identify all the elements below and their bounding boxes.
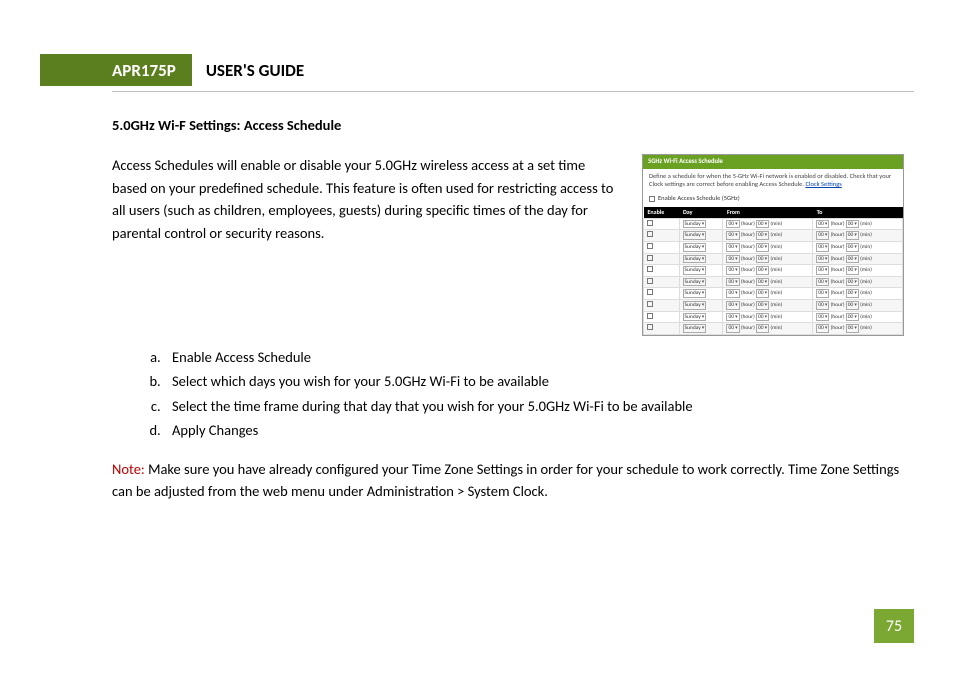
product-model: APR175P xyxy=(40,54,192,86)
schedule-row: Sunday00 (hour) 00 (min)00 (hour) 00 (mi… xyxy=(644,311,903,323)
to-min-select[interactable]: 00 xyxy=(846,324,859,333)
enable-schedule-label: Enable Access Schedule (5GHz) xyxy=(658,195,740,203)
to-min-select[interactable]: 00 xyxy=(846,289,859,298)
from-hour-select[interactable]: 00 xyxy=(726,266,739,275)
col-enable: Enable xyxy=(644,207,680,219)
to-hour-select[interactable]: 00 xyxy=(816,313,829,322)
row-enable-checkbox[interactable] xyxy=(647,313,653,319)
to-hour-select[interactable]: 00 xyxy=(816,231,829,240)
from-hour-select[interactable]: 00 xyxy=(726,220,739,229)
enable-schedule-row: Enable Access Schedule (5GHz) xyxy=(643,193,903,207)
to-min-select[interactable]: 00 xyxy=(846,220,859,229)
page-number: 75 xyxy=(874,609,914,643)
to-min-select[interactable]: 00 xyxy=(846,243,859,252)
schedule-table: Enable Day From To Sunday00 (hour) 00 (m… xyxy=(643,207,903,335)
row-enable-checkbox[interactable] xyxy=(647,243,653,249)
day-select[interactable]: Sunday xyxy=(683,255,707,264)
day-select[interactable]: Sunday xyxy=(683,231,707,240)
col-day: Day xyxy=(679,207,723,219)
from-min-select[interactable]: 00 xyxy=(756,255,769,264)
day-select[interactable]: Sunday xyxy=(683,289,707,298)
to-hour-select[interactable]: 00 xyxy=(816,324,829,333)
note-paragraph: Note: Make sure you have already configu… xyxy=(112,458,904,503)
screenshot-title: 5GHz Wi-Fi Access Schedule xyxy=(643,155,903,169)
from-min-select[interactable]: 00 xyxy=(756,289,769,298)
schedule-row: Sunday00 (hour) 00 (min)00 (hour) 00 (mi… xyxy=(644,253,903,265)
row-enable-checkbox[interactable] xyxy=(647,278,653,284)
schedule-row: Sunday00 (hour) 00 (min)00 (hour) 00 (mi… xyxy=(644,276,903,288)
step-item: Select which days you wish for your 5.0G… xyxy=(164,370,904,392)
clock-settings-link[interactable]: Clock Settings xyxy=(806,180,842,188)
from-min-select[interactable]: 00 xyxy=(756,266,769,275)
day-select[interactable]: Sunday xyxy=(683,313,707,322)
to-hour-select[interactable]: 00 xyxy=(816,220,829,229)
day-select[interactable]: Sunday xyxy=(683,278,707,287)
schedule-row: Sunday00 (hour) 00 (min)00 (hour) 00 (mi… xyxy=(644,288,903,300)
schedule-row: Sunday00 (hour) 00 (min)00 (hour) 00 (mi… xyxy=(644,265,903,277)
to-hour-select[interactable]: 00 xyxy=(816,266,829,275)
from-hour-select[interactable]: 00 xyxy=(726,231,739,240)
steps-list: Enable Access Schedule Select which days… xyxy=(164,346,904,442)
day-select[interactable]: Sunday xyxy=(683,324,707,333)
to-hour-select[interactable]: 00 xyxy=(816,278,829,287)
schedule-row: Sunday00 (hour) 00 (min)00 (hour) 00 (mi… xyxy=(644,230,903,242)
from-hour-select[interactable]: 00 xyxy=(726,289,739,298)
from-hour-select[interactable]: 00 xyxy=(726,301,739,310)
from-min-select[interactable]: 00 xyxy=(756,278,769,287)
row-enable-checkbox[interactable] xyxy=(647,266,653,272)
screenshot-description: Define a schedule for when the 5-GHz Wi-… xyxy=(643,169,903,193)
note-label: Note: xyxy=(112,460,145,478)
to-min-select[interactable]: 00 xyxy=(846,301,859,310)
to-min-select[interactable]: 00 xyxy=(846,266,859,275)
col-from: From xyxy=(723,207,813,219)
from-min-select[interactable]: 00 xyxy=(756,301,769,310)
day-select[interactable]: Sunday xyxy=(683,301,707,310)
to-min-select[interactable]: 00 xyxy=(846,255,859,264)
schedule-row: Sunday00 (hour) 00 (min)00 (hour) 00 (mi… xyxy=(644,218,903,230)
note-text: Make sure you have already configured yo… xyxy=(112,460,899,500)
document-header: APR175P USER'S GUIDE xyxy=(112,54,914,86)
to-min-select[interactable]: 00 xyxy=(846,313,859,322)
col-to: To xyxy=(813,207,903,219)
from-hour-select[interactable]: 00 xyxy=(726,313,739,322)
to-hour-select[interactable]: 00 xyxy=(816,289,829,298)
to-min-select[interactable]: 00 xyxy=(846,278,859,287)
row-enable-checkbox[interactable] xyxy=(647,231,653,237)
from-min-select[interactable]: 00 xyxy=(756,243,769,252)
from-min-select[interactable]: 00 xyxy=(756,313,769,322)
enable-schedule-checkbox[interactable] xyxy=(649,196,655,202)
step-item: Enable Access Schedule xyxy=(164,346,904,368)
intro-paragraph: Access Schedules will enable or disable … xyxy=(112,154,620,244)
schedule-row: Sunday00 (hour) 00 (min)00 (hour) 00 (mi… xyxy=(644,242,903,254)
from-hour-select[interactable]: 00 xyxy=(726,324,739,333)
document-title: USER'S GUIDE xyxy=(192,54,318,86)
row-enable-checkbox[interactable] xyxy=(647,255,653,261)
settings-screenshot: 5GHz Wi-Fi Access Schedule Define a sche… xyxy=(642,154,904,335)
header-divider xyxy=(112,91,914,92)
to-hour-select[interactable]: 00 xyxy=(816,301,829,310)
day-select[interactable]: Sunday xyxy=(683,266,707,275)
row-enable-checkbox[interactable] xyxy=(647,301,653,307)
to-hour-select[interactable]: 00 xyxy=(816,255,829,264)
section-heading: 5.0GHz Wi-F Settings: Access Schedule xyxy=(112,114,904,136)
screenshot-desc-text: Define a schedule for when the 5-GHz Wi-… xyxy=(649,172,891,188)
from-min-select[interactable]: 00 xyxy=(756,324,769,333)
step-item: Select the time frame during that day th… xyxy=(164,395,904,417)
to-hour-select[interactable]: 00 xyxy=(816,243,829,252)
row-enable-checkbox[interactable] xyxy=(647,324,653,330)
from-min-select[interactable]: 00 xyxy=(756,220,769,229)
row-enable-checkbox[interactable] xyxy=(647,220,653,226)
day-select[interactable]: Sunday xyxy=(683,220,707,229)
schedule-row: Sunday00 (hour) 00 (min)00 (hour) 00 (mi… xyxy=(644,300,903,312)
from-hour-select[interactable]: 00 xyxy=(726,243,739,252)
day-select[interactable]: Sunday xyxy=(683,243,707,252)
from-hour-select[interactable]: 00 xyxy=(726,255,739,264)
row-enable-checkbox[interactable] xyxy=(647,289,653,295)
step-item: Apply Changes xyxy=(164,419,904,441)
from-hour-select[interactable]: 00 xyxy=(726,278,739,287)
schedule-row: Sunday00 (hour) 00 (min)00 (hour) 00 (mi… xyxy=(644,323,903,335)
from-min-select[interactable]: 00 xyxy=(756,231,769,240)
to-min-select[interactable]: 00 xyxy=(846,231,859,240)
